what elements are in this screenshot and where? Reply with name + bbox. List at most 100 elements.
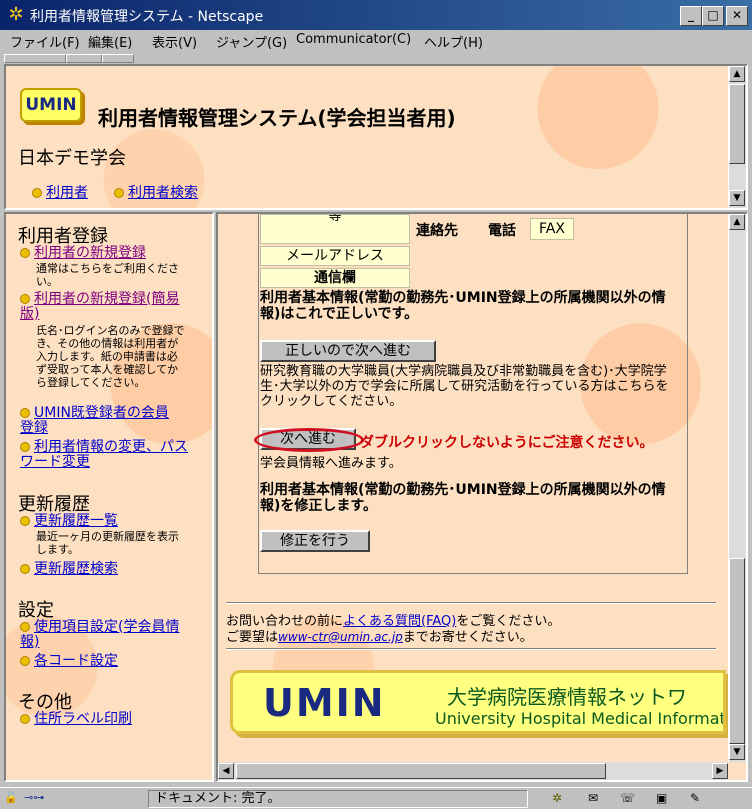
sidebar-item-history-list[interactable]: 更新履歴一覧 xyxy=(20,514,196,529)
bullet-icon xyxy=(20,656,30,666)
mail-icon[interactable]: ✉ xyxy=(588,791,598,805)
umin-logo: UMIN xyxy=(20,88,82,122)
scroll-down-icon[interactable]: ▼ xyxy=(729,744,745,760)
menu-edit[interactable]: 編集(E) xyxy=(88,32,132,51)
item-desc: 最近一ヶ月の更新履歴を表示します。 xyxy=(36,530,179,556)
sidebar-item-label-print[interactable]: 住所ラベル印刷 xyxy=(20,712,196,727)
highlight-circle xyxy=(254,428,364,452)
banner-logo: UMIN xyxy=(263,681,386,725)
window-title: 利用者情報管理システム - Netscape xyxy=(30,9,264,25)
main-scrollbar[interactable]: ▲ ▼ xyxy=(728,214,746,762)
sidebar-link[interactable]: 利用者の新規登録 xyxy=(34,245,146,261)
menu-view[interactable]: 表示(V) xyxy=(152,32,197,51)
sidebar-link[interactable]: 使用項目設定(学会員情報) xyxy=(20,619,179,650)
contact-line: ご要望はwww-ctr@umin.ac.jpまでお寄せください。 xyxy=(226,626,533,645)
bullet-icon xyxy=(20,248,30,258)
title-bar: ✲ 利用者情報管理システム - Netscape _ □ ✕ xyxy=(0,0,752,30)
menu-file[interactable]: ファイル(F) xyxy=(10,32,80,51)
security-icon[interactable]: ✲ xyxy=(552,791,562,805)
umin-banner[interactable]: UMIN 大学病院医療情報ネットワ University Hospital Me… xyxy=(230,670,726,734)
bullet-icon xyxy=(20,408,30,418)
modify-button[interactable]: 修正を行う xyxy=(260,530,370,552)
sidebar-item-existing-member[interactable]: UMIN既登録者の会員登録 xyxy=(20,406,180,436)
menu-communicator[interactable]: Communicator(C) xyxy=(296,32,411,47)
scroll-down-icon[interactable]: ▼ xyxy=(729,190,745,206)
footer-text: ご要望は xyxy=(226,630,279,645)
bullet-icon xyxy=(20,294,30,304)
footer-text: までお寄せください。 xyxy=(402,630,533,645)
header-frame: UMIN 利用者情報管理システム(学会担当者用) 日本デモ学会 利用者 利用者検… xyxy=(4,64,748,210)
status-bar: 🔓 ⊸⊶ ドキュメント: 完了。 ✲ ✉ ☏ ▣ ✎ xyxy=(0,787,752,809)
main-frame: 等 連絡先 電話 FAX メールアドレス 通信欄 利用者基本情報(常勤の勤務先･… xyxy=(216,212,748,782)
scroll-right-icon[interactable]: ▶ xyxy=(712,763,728,779)
bullet-icon xyxy=(20,516,30,526)
divider xyxy=(226,602,716,604)
sidebar-link[interactable]: 住所ラベル印刷 xyxy=(34,711,132,727)
item-desc: 氏名･ログイン名のみで登録でき、その他の情報は利用者が入力します。紙の申請書は必… xyxy=(36,324,185,389)
bullet-icon xyxy=(20,714,30,724)
discussion-icon[interactable]: ☏ xyxy=(620,791,635,805)
toolbar-grips xyxy=(4,54,748,63)
toolbar-grip[interactable] xyxy=(4,54,66,63)
correct-desc: 研究教育職の大学職員(大学病院職員及び非常勤職員を含む)･大学院学生･大学以外の… xyxy=(260,364,669,409)
sidebar-link[interactable]: 各コード設定 xyxy=(34,653,118,669)
bullet-icon xyxy=(20,442,30,452)
correct-next-button[interactable]: 正しいので次へ進む xyxy=(260,340,436,362)
sidebar-item-history-search[interactable]: 更新履歴検索 xyxy=(20,562,196,577)
page-title: 利用者情報管理システム(学会担当者用) xyxy=(98,106,456,130)
divider xyxy=(226,648,716,650)
banner-jp: 大学病院医療情報ネットワ xyxy=(447,685,687,709)
toolbar-grip[interactable] xyxy=(102,54,134,63)
sidebar-item-code-settings[interactable]: 各コード設定 xyxy=(20,654,196,669)
menu-go[interactable]: ジャンプ(G) xyxy=(216,32,287,51)
edit-icon[interactable]: ✎ xyxy=(690,791,700,805)
nav-user-search[interactable]: 利用者検索 xyxy=(114,182,198,202)
scroll-up-icon[interactable]: ▲ xyxy=(729,214,745,230)
contact-label: 連絡先 xyxy=(416,223,458,239)
toolbar-grip[interactable] xyxy=(66,54,102,63)
main-hscrollbar[interactable]: ◀ ▶ xyxy=(218,762,728,780)
minimize-button[interactable]: _ xyxy=(680,6,702,26)
banner-en: University Hospital Medical Informat xyxy=(435,709,726,728)
sidebar-item-change-info[interactable]: 利用者情報の変更、パスワード変更 xyxy=(20,440,190,470)
connection-icon: ⊸⊶ xyxy=(24,791,45,804)
lock-icon[interactable]: 🔓 xyxy=(4,791,18,805)
sidebar-link[interactable]: 利用者情報の変更、パスワード変更 xyxy=(20,439,188,470)
sidebar-link[interactable]: UMIN既登録者の会員登録 xyxy=(20,405,169,436)
status-text: ドキュメント: 完了。 xyxy=(148,790,528,808)
bullet-icon xyxy=(20,622,30,632)
next-desc: 学会員情報へ進みます。 xyxy=(260,456,402,471)
bullet-icon xyxy=(32,188,42,198)
sidebar-link[interactable]: 更新履歴検索 xyxy=(34,561,118,577)
scroll-up-icon[interactable]: ▲ xyxy=(729,66,745,82)
email-label: メールアドレス xyxy=(260,246,410,266)
close-button[interactable]: ✕ xyxy=(726,6,748,26)
sidebar-frame: 利用者登録 利用者の新規登録 通常はこちらをご利用ください。 利用者の新規登録(… xyxy=(4,212,214,782)
item-desc: 通常はこちらをご利用ください。 xyxy=(36,262,179,288)
sidebar-link[interactable]: 更新履歴一覧 xyxy=(34,513,118,529)
confirm-text: 利用者基本情報(常勤の勤務先･UMIN登録上の所属機関以外の情報)はこれで正しい… xyxy=(260,290,666,322)
sidebar-item-new-user[interactable]: 利用者の新規登録 xyxy=(20,246,196,261)
composer-icon[interactable]: ▣ xyxy=(656,791,667,805)
fax-label: FAX xyxy=(530,218,574,240)
header-scrollbar[interactable]: ▲ ▼ xyxy=(728,66,746,208)
email-link[interactable]: www-ctr@umin.ac.jp xyxy=(278,630,403,644)
nav-users[interactable]: 利用者 xyxy=(32,182,88,202)
menu-help[interactable]: ヘルプ(H) xyxy=(424,32,483,51)
maximize-button[interactable]: □ xyxy=(702,6,724,26)
modify-text: 利用者基本情報(常勤の勤務先･UMIN登録上の所属機関以外の情報)を修正します。 xyxy=(260,482,666,514)
sidebar-link[interactable]: 利用者の新規登録(簡易版) xyxy=(20,291,179,322)
scroll-thumb[interactable] xyxy=(236,763,606,779)
comm-label: 通信欄 xyxy=(260,268,410,288)
scroll-thumb[interactable] xyxy=(729,84,745,164)
scroll-thumb[interactable] xyxy=(729,558,745,744)
bullet-icon xyxy=(114,188,124,198)
nav-user-search-link[interactable]: 利用者検索 xyxy=(128,185,198,201)
society-name: 日本デモ学会 xyxy=(18,148,126,169)
scroll-left-icon[interactable]: ◀ xyxy=(218,763,234,779)
sidebar-item-new-user-simple[interactable]: 利用者の新規登録(簡易版) xyxy=(20,292,180,322)
sidebar-item-field-settings[interactable]: 使用項目設定(学会員情報) xyxy=(20,620,180,650)
warning-text: ダブルクリックしないようにご注意ください。 xyxy=(360,435,654,451)
nav-users-link[interactable]: 利用者 xyxy=(46,185,88,201)
phone-label: 電話 xyxy=(488,223,516,239)
